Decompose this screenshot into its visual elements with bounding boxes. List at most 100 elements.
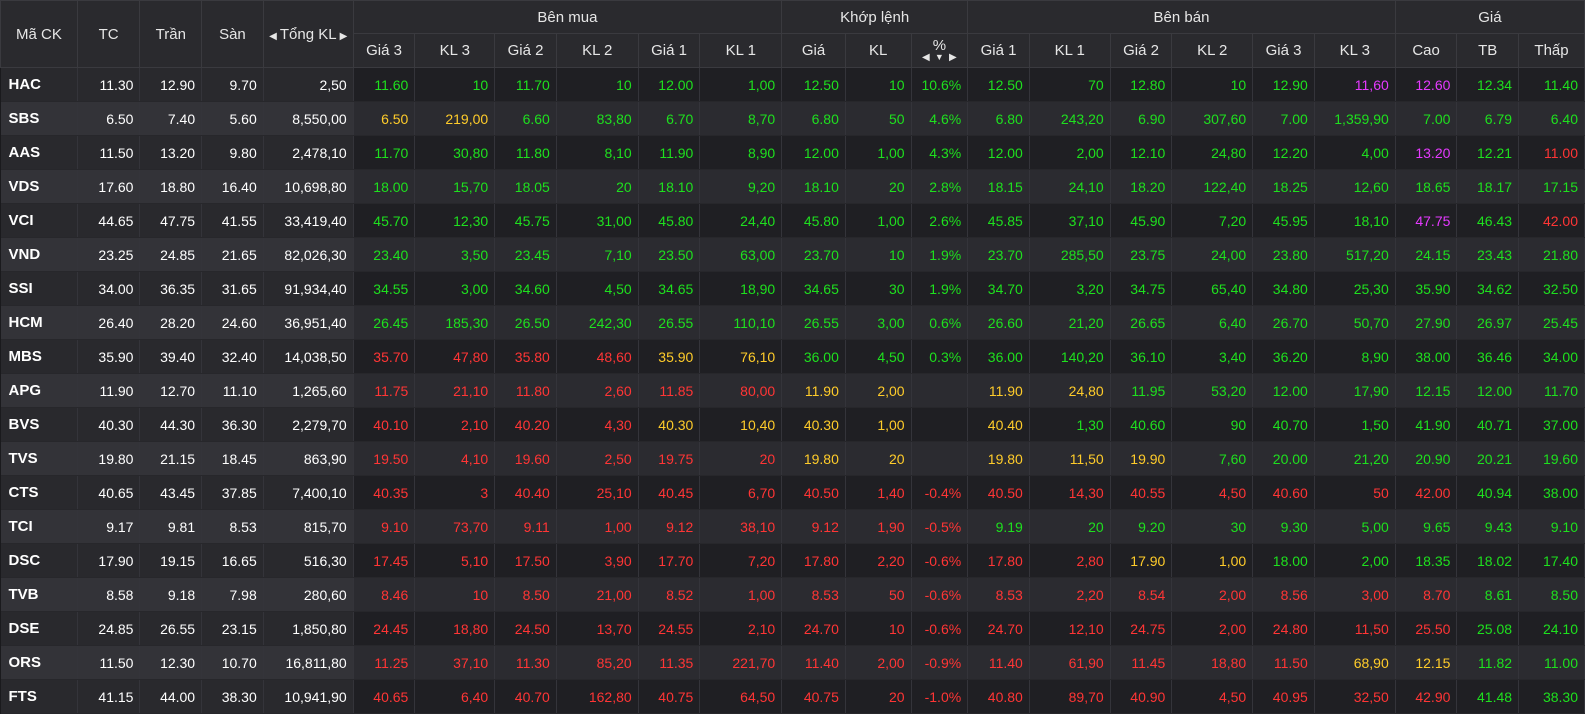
col-header-sell-3[interactable]: Giá 2	[1109, 33, 1173, 68]
cell: 18.80	[139, 169, 203, 204]
col-header-price-1[interactable]: Cao	[1394, 33, 1458, 68]
cell: 3,00	[845, 305, 912, 340]
cell: 10.70	[201, 645, 264, 680]
table-row[interactable]: MBS 35.90 39.40 32.40 14,038,50 35.70 47,80 35.…	[0, 339, 1585, 374]
cell: 34.65	[781, 271, 846, 306]
table-body: HAC 11.30 12.90 9.70 2,50 11.60 10 11.70 10 12.00…	[0, 67, 1585, 714]
cell: 26.45	[353, 305, 416, 340]
cell: 3,00	[414, 271, 496, 306]
symbol-cell[interactable]: VCI	[0, 203, 78, 238]
table-row[interactable]: SSI 34.00 36.35 31.65 91,934,40 34.55 3,00 34.6…	[0, 271, 1585, 306]
cell: 2,80	[1029, 543, 1111, 578]
symbol-cell[interactable]: VDS	[0, 169, 78, 204]
cell: 11.30	[494, 645, 557, 680]
col-header-floor[interactable]: Sàn	[201, 0, 264, 68]
table-row[interactable]: CTS 40.65 43.45 37.85 7,400,10 40.35 3 40.40 25,…	[0, 475, 1585, 510]
symbol-cell[interactable]: ORS	[0, 645, 78, 680]
cell: 34.65	[638, 271, 701, 306]
cell: 37.85	[201, 475, 264, 510]
col-header-match-2[interactable]: KL	[844, 33, 912, 68]
symbol-cell[interactable]: AAS	[0, 135, 78, 170]
symbol-cell[interactable]: SBS	[0, 101, 78, 136]
pct-prev-icon[interactable]: ◀	[922, 52, 930, 63]
cell: 34.80	[1252, 271, 1315, 306]
symbol-cell[interactable]: TCI	[0, 509, 78, 544]
table-row[interactable]: VDS 17.60 18.80 16.40 10,698,80 18.00 15,70 18.…	[0, 169, 1585, 204]
symbol-cell[interactable]: HAC	[0, 67, 78, 102]
col-header-sell-5[interactable]: Giá 3	[1252, 33, 1315, 68]
table-row[interactable]: VND 23.25 24.85 21.65 82,026,30 23.40 3,50 23.4…	[0, 237, 1585, 272]
pct-next-icon[interactable]: ▶	[949, 52, 957, 63]
table-row[interactable]: HCM 26.40 28.20 24.60 36,951,40 26.45 185,30 26…	[0, 305, 1585, 340]
table-row[interactable]: DSE 24.85 26.55 23.15 1,850,80 24.45 18,80 24.5…	[0, 611, 1585, 646]
cell: 863,90	[263, 441, 354, 476]
symbol-cell[interactable]: DSC	[0, 543, 78, 578]
cell: 20.21	[1456, 441, 1520, 476]
table-row[interactable]: TCI 9.17 9.81 8.53 815,70 9.10 73,70 9.11 1,00 9.…	[0, 509, 1585, 544]
cell: 11.90	[77, 373, 141, 408]
symbol-cell[interactable]: DSE	[0, 611, 78, 646]
symbol-cell[interactable]: HCM	[0, 305, 78, 340]
col-header-buy-1[interactable]: Giá 3	[352, 33, 416, 68]
cell: 26.40	[77, 305, 141, 340]
cell: 40.50	[781, 475, 846, 510]
cell: 9,20	[699, 169, 783, 204]
table-row[interactable]: VCI 44.65 47.75 41.55 33,419,40 45.70 12,30 45.…	[0, 203, 1585, 238]
symbol-cell[interactable]: TVS	[0, 441, 78, 476]
table-row[interactable]: DSC 17.90 19.15 16.65 516,30 17.45 5,10 17.50 3,…	[0, 543, 1585, 578]
symbol-cell[interactable]: MBS	[0, 339, 78, 374]
col-header-sell-4[interactable]: KL 2	[1171, 33, 1254, 68]
table-row[interactable]: AAS 11.50 13.20 9.80 2,478,10 11.70 30,80 11.80…	[0, 135, 1585, 170]
sort-desc-icon[interactable]: ▼	[933, 53, 946, 62]
cell: 8.70	[1395, 577, 1458, 612]
symbol-cell[interactable]: APG	[0, 373, 78, 408]
symbol-cell[interactable]: TVB	[0, 577, 78, 612]
symbol-cell[interactable]: VND	[0, 237, 78, 272]
scroll-left-icon[interactable]: ◀	[269, 31, 277, 42]
col-header-price-2[interactable]: TB	[1456, 33, 1520, 68]
symbol-cell[interactable]: FTS	[0, 679, 78, 714]
col-header-buy-6[interactable]: KL 1	[699, 33, 783, 68]
cell: 7.98	[201, 577, 264, 612]
cell: 1,850,80	[263, 611, 354, 646]
col-header-price-3[interactable]: Thấp	[1518, 33, 1585, 68]
col-header-ceiling[interactable]: Trần	[139, 0, 203, 68]
cell: 42.90	[1395, 679, 1458, 714]
col-header-buy-4[interactable]: KL 2	[555, 33, 639, 68]
cell: 12.30	[139, 645, 203, 680]
cell: 45.75	[494, 203, 557, 238]
col-header-buy-3[interactable]: Giá 2	[494, 33, 557, 68]
symbol-cell[interactable]: CTS	[0, 475, 78, 510]
col-header-ref[interactable]: TC	[76, 0, 141, 68]
cell: 110,10	[699, 305, 783, 340]
table-row[interactable]: FTS 41.15 44.00 38.30 10,941,90 40.65 6,40 40.7…	[0, 679, 1585, 714]
table-row[interactable]: TVS 19.80 21.15 18.45 863,90 19.50 4,10 19.60 2,…	[0, 441, 1585, 476]
table-row[interactable]: SBS 6.50 7.40 5.60 8,550,00 6.50 219,00 6.60 83,…	[0, 101, 1585, 136]
table-row[interactable]: TVB 8.58 9.18 7.98 280,60 8.46 10 8.50 21,00 8.52…	[0, 577, 1585, 612]
cell: 12.00	[967, 135, 1030, 170]
cell: 11.00	[1518, 135, 1585, 170]
table-row[interactable]: BVS 40.30 44.30 36.30 2,279,70 40.10 2,10 40.20…	[0, 407, 1585, 442]
col-header-sell-2[interactable]: KL 1	[1028, 33, 1111, 68]
col-header-sell-6[interactable]: KL 3	[1313, 33, 1396, 68]
table-row[interactable]: HAC 11.30 12.90 9.70 2,50 11.60 10 11.70 10 12.00…	[0, 67, 1585, 102]
symbol-cell[interactable]: BVS	[0, 407, 78, 442]
col-header-sell-1[interactable]: Giá 1	[967, 33, 1030, 68]
table-row[interactable]: APG 11.90 12.70 11.10 1,265,60 11.75 21,10 11.8…	[0, 373, 1585, 408]
col-header-symbol[interactable]: Mã CK	[0, 0, 78, 68]
cell: 18,10	[1314, 203, 1396, 238]
col-header-total-volume[interactable]: ◀ Tổng KL ▶	[262, 0, 354, 68]
symbol-cell[interactable]: SSI	[0, 271, 78, 306]
col-header-match-3[interactable]: ◀% ▼ ▶	[910, 33, 969, 68]
scroll-right-icon[interactable]: ▶	[340, 31, 348, 42]
col-header-buy-2[interactable]: KL 3	[414, 33, 496, 68]
col-header-match-1[interactable]: Giá	[781, 33, 846, 68]
cell: 36.00	[781, 339, 846, 374]
col-header-buy-5[interactable]: Giá 1	[637, 33, 701, 68]
cell: 11.82	[1456, 645, 1520, 680]
table-row[interactable]: ORS 11.50 12.30 10.70 16,811,80 11.25 37,10 11.…	[0, 645, 1585, 680]
cell: 2.6%	[911, 203, 969, 238]
cell: 45.90	[1110, 203, 1173, 238]
cell: 25,30	[1314, 271, 1396, 306]
cell: 8.46	[353, 577, 416, 612]
